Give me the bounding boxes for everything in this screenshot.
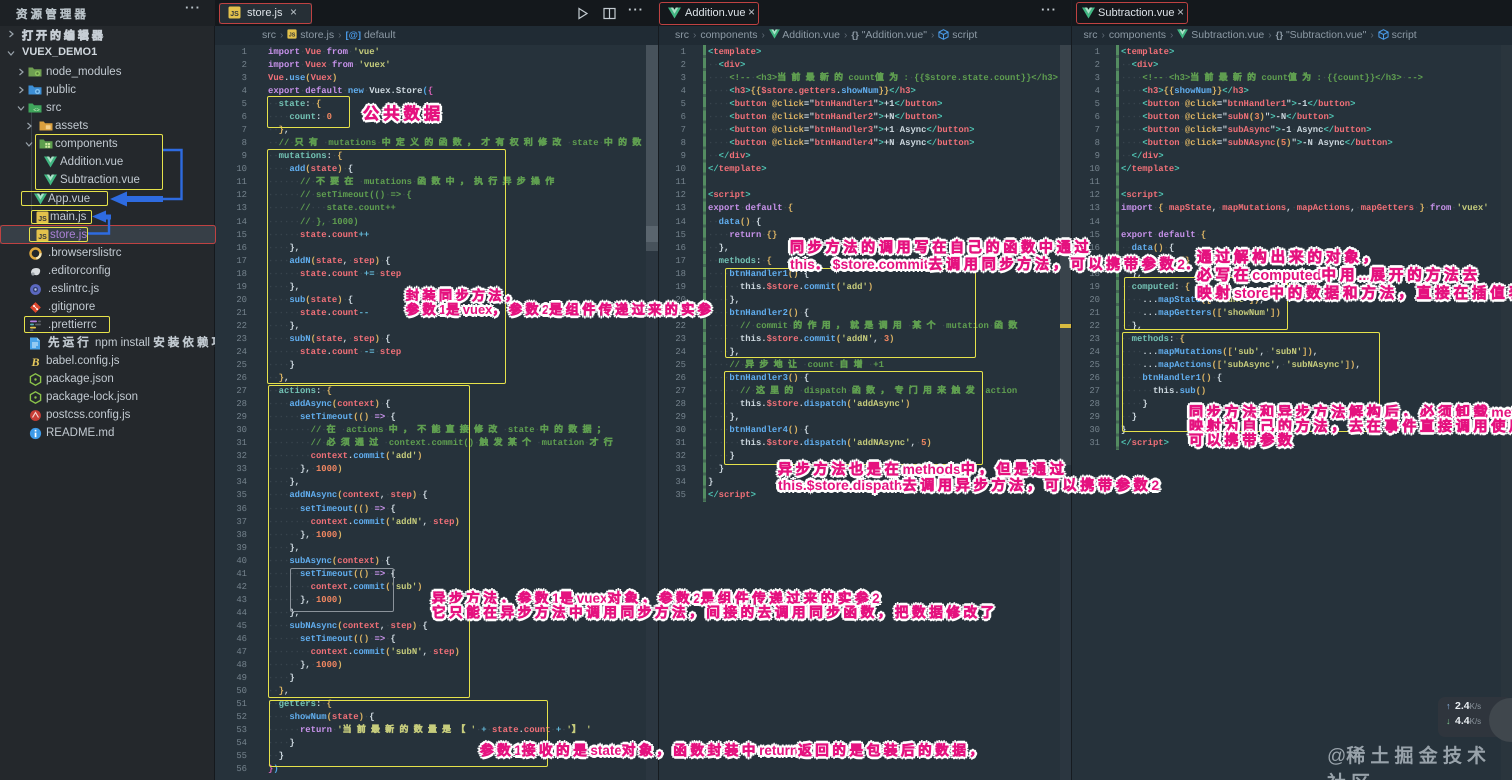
svg-text:B: B xyxy=(30,355,39,368)
